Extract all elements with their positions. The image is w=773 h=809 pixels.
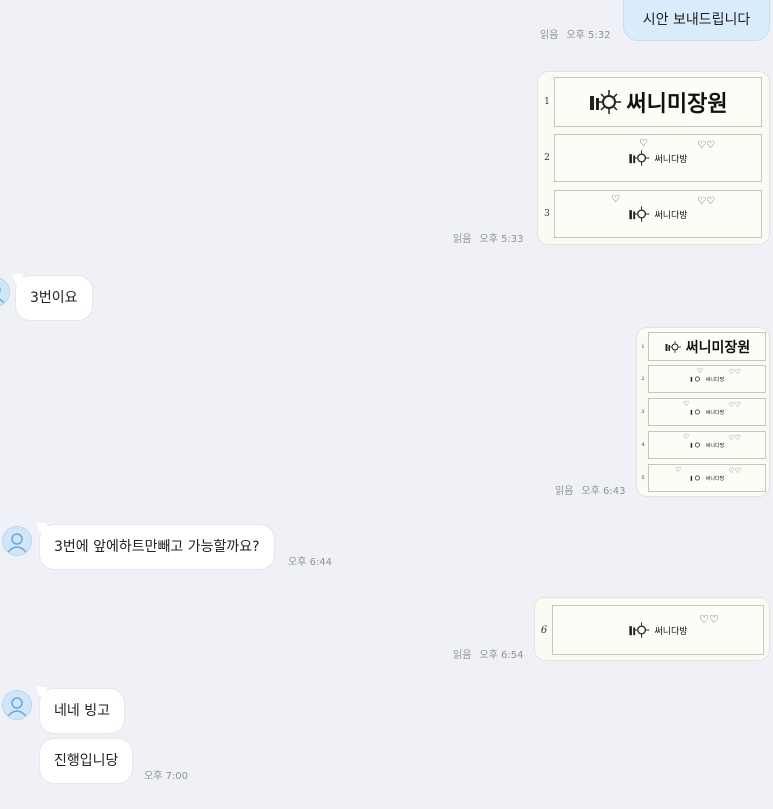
sign-board: 써니다방 ♡♡: [552, 605, 764, 655]
sun-scissors-logo-icon: [628, 205, 650, 223]
message-meta: 오후 7:00: [144, 767, 188, 782]
sun-scissors-logo-icon: [664, 340, 682, 354]
hearts-decoration: ♡♡: [728, 434, 741, 442]
sent-image-sign-mockups[interactable]: 1 써니미장원 2 써니다방 ♡ ♡♡ 3 써니다방 ♡ ♡♡ 4 써니다방 ♡…: [637, 328, 769, 496]
sign-number: 3: [641, 409, 645, 415]
sender-avatar[interactable]: [2, 690, 32, 720]
received-message-bubble[interactable]: 3번이요: [16, 276, 92, 320]
hearts-decoration: ♡♡: [697, 196, 715, 207]
read-receipt: 읽음: [540, 30, 559, 41]
sign-number: 1: [544, 97, 550, 107]
received-message-bubble[interactable]: 진행입니당: [40, 739, 133, 783]
sign-board: 써니미장원: [554, 77, 762, 127]
sign-option: 2 써니다방 ♡ ♡♡: [542, 134, 762, 182]
sign-option: 4 써니다방 ♡ ♡♡: [639, 431, 766, 459]
sign-number: 4: [641, 442, 645, 448]
message-text: 3번이요: [30, 290, 78, 306]
sign-text: 써니다방: [705, 442, 725, 449]
sign-board: 써니다방 ♡ ♡♡: [648, 365, 766, 393]
sent-message-bubble[interactable]: 시안 보내드립니다: [624, 0, 769, 40]
sign-text: 써니다방: [705, 376, 725, 383]
hearts-decoration: ♡: [611, 194, 620, 205]
message-time: 오후 6:44: [288, 557, 333, 568]
received-message-bubble[interactable]: 네네 빙고: [40, 689, 124, 733]
sign-option: 1 써니미장원: [542, 77, 762, 127]
message-time: 오후 5:33: [479, 234, 524, 245]
sun-scissors-logo-icon: [690, 374, 702, 384]
message-meta: 읽음 오후 5:32: [540, 26, 610, 41]
sign-text: 써니다방: [705, 409, 725, 416]
read-receipt: 읽음: [453, 650, 472, 661]
sign-board: 써니미장원: [648, 332, 766, 361]
sender-avatar[interactable]: [2, 526, 32, 556]
sign-option: 3 써니다방 ♡ ♡♡: [542, 190, 762, 238]
sent-image-sign-mockups[interactable]: 1 써니미장원 2 써니다방 ♡ ♡♡ 3 써니다방 ♡ ♡♡: [538, 72, 769, 244]
sign-option: 1 써니미장원: [639, 332, 766, 361]
sign-text: 써니미장원: [626, 92, 728, 117]
sign-board: 써니다방 ♡ ♡♡: [554, 190, 762, 238]
message-meta: 읽음 오후 6:43: [555, 482, 625, 497]
message-time: 오후 7:00: [144, 771, 189, 782]
received-message-bubble[interactable]: 3번에 앞에하트만빼고 가능할까요?: [40, 525, 274, 569]
sun-scissors-logo-icon: [628, 621, 650, 639]
message-text: 3번에 앞에하트만빼고 가능할까요?: [54, 539, 260, 555]
hearts-decoration: ♡♡: [699, 613, 719, 626]
sign-board: 써니다방 ♡ ♡♡: [648, 431, 766, 459]
user-avatar-icon: [0, 287, 5, 304]
sign-option: 3 써니다방 ♡ ♡♡: [639, 398, 766, 426]
sun-scissors-logo-icon: [690, 440, 702, 450]
message-time: 오후 5:32: [566, 30, 611, 41]
message-time: 오후 6:54: [479, 650, 524, 661]
read-receipt: 읽음: [453, 234, 472, 245]
message-meta: 오후 6:44: [288, 553, 332, 568]
user-avatar-icon: [7, 533, 27, 553]
read-receipt: 읽음: [555, 486, 574, 497]
sign-board: 써니다방 ♡ ♡♡: [554, 134, 762, 182]
user-avatar-icon: [7, 697, 27, 717]
sign-number: 1: [641, 343, 645, 350]
hearts-decoration: ♡: [683, 400, 690, 408]
sign-text: 써니다방: [705, 475, 725, 482]
sign-board: 써니다방 ♡ ♡♡: [648, 398, 766, 426]
sign-number: 3: [544, 209, 550, 219]
sign-text: 써니미장원: [685, 339, 751, 356]
sign-board: 써니다방 ♡ ♡♡: [648, 464, 766, 492]
sign-number: 2: [641, 376, 645, 382]
sign-text: 써니다방: [654, 154, 688, 165]
sign-number: 6: [540, 624, 548, 636]
sign-option: 6 써니다방 ♡♡: [538, 605, 764, 655]
hearts-decoration: ♡: [683, 433, 690, 441]
sun-scissors-logo-icon: [690, 407, 702, 417]
message-meta: 읽음 오후 6:54: [453, 646, 523, 661]
hearts-decoration: ♡: [675, 466, 682, 474]
hearts-decoration: ♡: [639, 138, 648, 149]
sign-text: 써니다방: [654, 626, 688, 637]
sign-number: 2: [544, 153, 550, 163]
sign-text: 써니다방: [654, 210, 688, 221]
sun-scissors-logo-icon: [690, 473, 702, 483]
avatar-partial[interactable]: [0, 277, 10, 307]
message-time: 오후 6:43: [581, 486, 626, 497]
hearts-decoration: ♡♡: [728, 368, 741, 376]
message-text: 진행입니당: [54, 753, 119, 769]
sign-option: 2 써니다방 ♡ ♡♡: [639, 365, 766, 393]
sign-option: 5 써니다방 ♡ ♡♡: [639, 464, 766, 492]
message-text: 시안 보내드립니다: [642, 12, 751, 28]
hearts-decoration: ♡♡: [697, 140, 715, 151]
sign-number: 5: [641, 475, 645, 481]
message-meta: 읽음 오후 5:33: [453, 230, 523, 245]
hearts-decoration: ♡♡: [728, 401, 741, 409]
hearts-decoration: ♡: [697, 367, 704, 375]
sent-image-sign-mockup[interactable]: 6 써니다방 ♡♡: [535, 598, 769, 660]
sun-scissors-logo-icon: [628, 149, 650, 167]
hearts-decoration: ♡♡: [728, 467, 741, 475]
message-text: 네네 빙고: [54, 703, 110, 719]
sun-scissors-logo-icon: [588, 88, 622, 116]
